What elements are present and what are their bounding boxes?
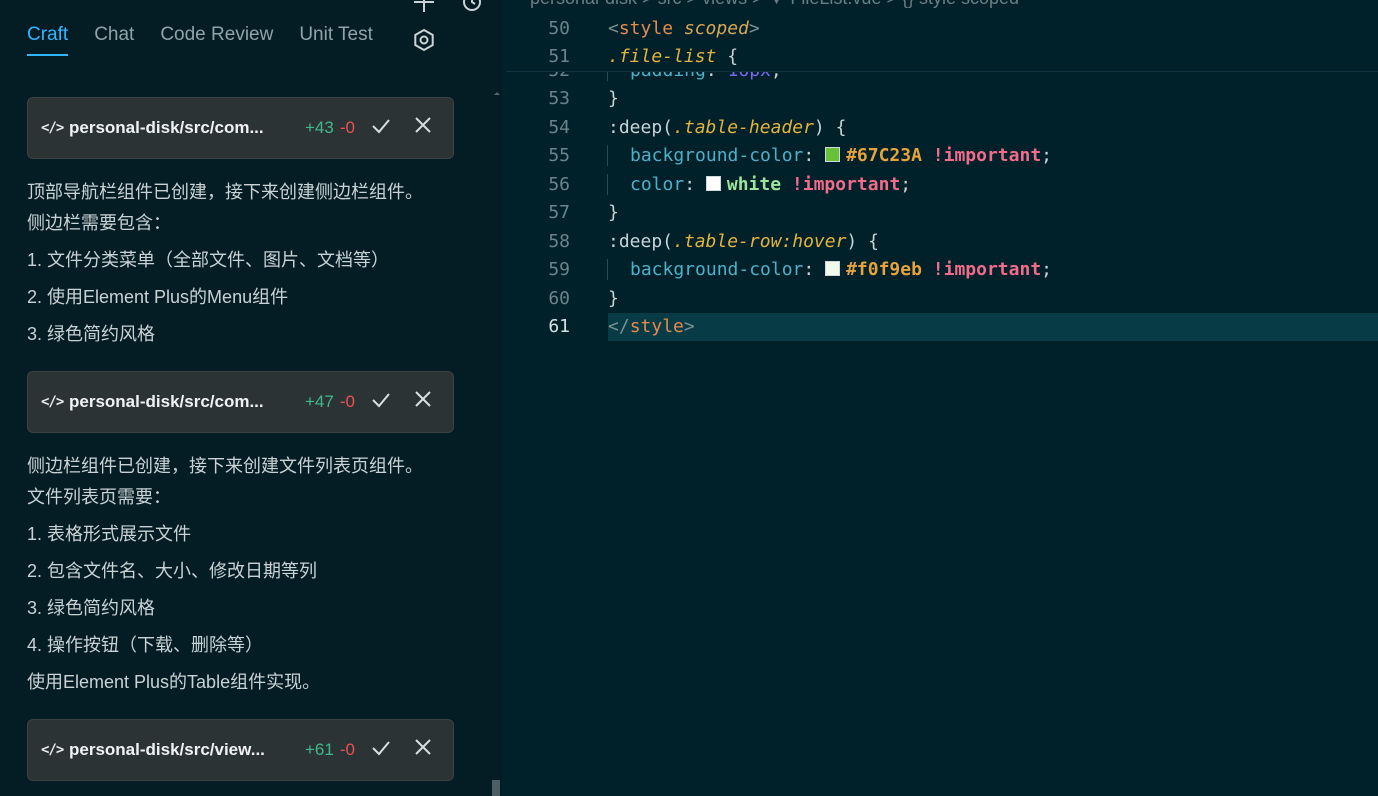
sticky-scroll-header[interactable]: personal-disk > src > views > ▼ FileList… xyxy=(506,0,1378,72)
line-number: 56 xyxy=(548,173,570,195)
code-text: } xyxy=(608,287,619,309)
new-chat-icon[interactable] xyxy=(412,0,436,14)
lines-removed: -0 xyxy=(339,392,355,411)
accept-check-icon[interactable] xyxy=(371,738,391,763)
line-number: 59 xyxy=(548,259,570,281)
file-path: personal-disk/src/com... xyxy=(69,118,264,137)
line-number: 55 xyxy=(548,145,570,167)
assistant-message: 侧边栏组件已创建，接下来创建文件列表页组件。文件列表页需要： 1. 表格形式展示… xyxy=(27,451,437,704)
code-line[interactable]: 59 background-color: #f0f9eb !important; xyxy=(506,256,1378,285)
scroll-up-arrow-icon[interactable] xyxy=(494,92,500,95)
code-line[interactable]: 56 color: white !important; xyxy=(506,170,1378,199)
breadcrumb[interactable]: personal-disk > src > views > ▼ FileList… xyxy=(530,0,1019,9)
assistant-message: 顶部导航栏组件已创建，接下来创建侧边栏组件。侧边栏需要包含： 1. 文件分类菜单… xyxy=(27,177,437,356)
panel-scrollbar[interactable] xyxy=(490,80,502,796)
message-paragraph: 3. 绿色简约风格 xyxy=(27,324,156,344)
code-text: .file-list { xyxy=(608,46,739,68)
color-swatch-icon[interactable] xyxy=(825,261,841,277)
code-file-icon: </> xyxy=(41,120,64,136)
lines-removed: -0 xyxy=(339,118,355,137)
line-number: 61 xyxy=(548,316,570,338)
file-change-card[interactable]: </> personal-disk/src/com... +43 -0 xyxy=(27,97,454,159)
code-line[interactable]: 51 .file-list { xyxy=(506,43,1378,72)
file-change-card[interactable]: </> personal-disk/src/view... +61 -0 xyxy=(27,719,454,781)
lines-removed: -0 xyxy=(339,740,355,759)
code-text: background-color: #67C23A !important; xyxy=(607,145,1052,167)
line-number: 53 xyxy=(548,88,570,110)
line-number: 51 xyxy=(548,46,570,68)
code-text: <style scoped> xyxy=(608,17,760,39)
message-paragraph: 2. 包含文件名、大小、修改日期等列 xyxy=(27,561,318,581)
message-paragraph: 4. 操作按钮（下载、删除等） xyxy=(27,635,264,655)
message-paragraph: 使用Element Plus的Table组件实现。 xyxy=(27,672,321,692)
line-number: 54 xyxy=(548,116,570,138)
reject-close-icon[interactable] xyxy=(414,116,432,139)
message-paragraph: 1. 表格形式展示文件 xyxy=(27,524,192,544)
panel-top-actions xyxy=(412,0,484,14)
color-swatch-icon[interactable] xyxy=(825,147,841,163)
accept-check-icon[interactable] xyxy=(371,116,391,141)
reject-close-icon[interactable] xyxy=(414,738,432,761)
line-number: 57 xyxy=(548,202,570,224)
current-line-highlight xyxy=(608,312,1378,341)
line-number: 50 xyxy=(548,17,570,39)
file-path: personal-disk/src/view... xyxy=(69,740,265,759)
file-path: personal-disk/src/com... xyxy=(69,392,264,411)
lines-added: +43 xyxy=(305,118,334,137)
code-text: } xyxy=(608,88,619,110)
line-number: 58 xyxy=(548,230,570,252)
ai-chat-panel: Craft Chat Code Review Unit Test </> per… xyxy=(0,0,502,796)
color-swatch-icon[interactable] xyxy=(705,175,721,191)
message-paragraph: 2. 使用Element Plus的Menu组件 xyxy=(27,287,289,307)
accept-check-icon[interactable] xyxy=(371,390,391,415)
lines-added: +61 xyxy=(305,740,334,759)
settings-gear-icon[interactable] xyxy=(412,28,436,57)
file-change-card[interactable]: </> personal-disk/src/com... +47 -0 xyxy=(27,371,454,433)
code-line[interactable]: 54 :deep(.table-header) { xyxy=(506,113,1378,142)
lines-added: +47 xyxy=(305,392,334,411)
message-paragraph: 3. 绿色简约风格 xyxy=(27,598,156,618)
code-file-icon: </> xyxy=(41,394,64,410)
code-line[interactable]: 60} xyxy=(506,284,1378,313)
code-editor[interactable]: personal-disk > src > views > ▼ FileList… xyxy=(506,0,1378,796)
code-text: color: white !important; xyxy=(607,173,911,195)
code-text: :deep(.table-row:hover) { xyxy=(608,230,879,252)
tab-code-review[interactable]: Code Review xyxy=(160,24,273,56)
tab-unit-test[interactable]: Unit Test xyxy=(299,24,373,56)
reject-close-icon[interactable] xyxy=(414,390,432,413)
scroll-thumb[interactable] xyxy=(492,780,500,796)
mode-tabs: Craft Chat Code Review Unit Test xyxy=(27,24,373,56)
history-icon[interactable] xyxy=(460,0,484,14)
code-line[interactable]: 61 </style> xyxy=(506,312,1378,341)
code-line[interactable]: 53} xyxy=(506,85,1378,114)
tab-chat[interactable]: Chat xyxy=(94,24,134,56)
message-paragraph: 1. 文件分类菜单（全部文件、图片、文档等） xyxy=(27,250,390,270)
code-file-icon: </> xyxy=(41,742,64,758)
message-paragraph: 顶部导航栏组件已创建，接下来创建侧边栏组件。侧边栏需要包含： xyxy=(27,182,423,233)
code-text: </style> xyxy=(608,316,695,338)
code-text: } xyxy=(608,202,619,224)
message-paragraph: 侧边栏组件已创建，接下来创建文件列表页组件。文件列表页需要： xyxy=(27,456,423,507)
code-text: background-color: #f0f9eb !important; xyxy=(607,259,1052,281)
code-text: :deep(.table-header) { xyxy=(608,116,847,138)
code-line[interactable]: 58 :deep(.table-row:hover) { xyxy=(506,227,1378,256)
tab-craft[interactable]: Craft xyxy=(27,24,69,56)
line-number: 60 xyxy=(548,287,570,309)
code-line[interactable]: 55 background-color: #67C23A !important; xyxy=(506,142,1378,171)
code-line[interactable]: 57} xyxy=(506,199,1378,228)
code-line[interactable]: 50 <style scoped> xyxy=(506,14,1378,43)
